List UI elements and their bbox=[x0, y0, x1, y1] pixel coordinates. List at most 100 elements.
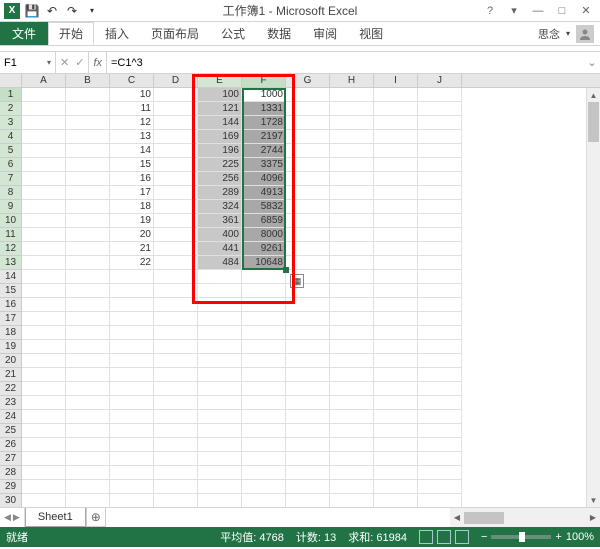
cell-E27[interactable] bbox=[198, 452, 242, 466]
cell-C3[interactable]: 12 bbox=[110, 116, 154, 130]
cell-E5[interactable]: 196 bbox=[198, 144, 242, 158]
cell-D12[interactable] bbox=[154, 242, 198, 256]
row-header-12[interactable]: 12 bbox=[0, 242, 21, 256]
cell-D17[interactable] bbox=[154, 312, 198, 326]
cell-F20[interactable] bbox=[242, 354, 286, 368]
cell-C13[interactable]: 22 bbox=[110, 256, 154, 270]
cell-I12[interactable] bbox=[374, 242, 418, 256]
row-header-7[interactable]: 7 bbox=[0, 172, 21, 186]
vertical-scrollbar[interactable]: ▲ ▼ bbox=[586, 88, 600, 507]
cell-G29[interactable] bbox=[286, 480, 330, 494]
row-header-25[interactable]: 25 bbox=[0, 424, 21, 438]
tab-insert[interactable]: 插入 bbox=[94, 22, 140, 45]
cell-G8[interactable] bbox=[286, 186, 330, 200]
cell-A24[interactable] bbox=[22, 410, 66, 424]
cell-B24[interactable] bbox=[66, 410, 110, 424]
zoom-out-button[interactable]: − bbox=[481, 531, 487, 543]
cell-D5[interactable] bbox=[154, 144, 198, 158]
cell-F28[interactable] bbox=[242, 466, 286, 480]
cell-H18[interactable] bbox=[330, 326, 374, 340]
cell-E24[interactable] bbox=[198, 410, 242, 424]
cell-J27[interactable] bbox=[418, 452, 462, 466]
cell-G11[interactable] bbox=[286, 228, 330, 242]
row-header-23[interactable]: 23 bbox=[0, 396, 21, 410]
formula-enter-button[interactable]: ✓ bbox=[75, 56, 84, 69]
cell-J22[interactable] bbox=[418, 382, 462, 396]
cell-A28[interactable] bbox=[22, 466, 66, 480]
zoom-in-button[interactable]: + bbox=[555, 531, 561, 543]
cell-D1[interactable] bbox=[154, 88, 198, 102]
cell-G20[interactable] bbox=[286, 354, 330, 368]
cell-J17[interactable] bbox=[418, 312, 462, 326]
cell-E28[interactable] bbox=[198, 466, 242, 480]
cell-G17[interactable] bbox=[286, 312, 330, 326]
row-header-13[interactable]: 13 bbox=[0, 256, 21, 270]
cell-D6[interactable] bbox=[154, 158, 198, 172]
cell-A13[interactable] bbox=[22, 256, 66, 270]
tab-review[interactable]: 审阅 bbox=[302, 22, 348, 45]
cell-B8[interactable] bbox=[66, 186, 110, 200]
cell-B11[interactable] bbox=[66, 228, 110, 242]
cell-H17[interactable] bbox=[330, 312, 374, 326]
name-box[interactable]: ▾ bbox=[0, 52, 56, 73]
cell-H11[interactable] bbox=[330, 228, 374, 242]
cell-I25[interactable] bbox=[374, 424, 418, 438]
row-header-19[interactable]: 19 bbox=[0, 340, 21, 354]
cell-A17[interactable] bbox=[22, 312, 66, 326]
cell-E18[interactable] bbox=[198, 326, 242, 340]
cell-C20[interactable] bbox=[110, 354, 154, 368]
cell-E22[interactable] bbox=[198, 382, 242, 396]
cell-H13[interactable] bbox=[330, 256, 374, 270]
cell-J12[interactable] bbox=[418, 242, 462, 256]
column-header-I[interactable]: I bbox=[374, 74, 418, 87]
cell-D22[interactable] bbox=[154, 382, 198, 396]
zoom-level[interactable]: 100% bbox=[566, 531, 594, 543]
row-header-26[interactable]: 26 bbox=[0, 438, 21, 452]
cell-A22[interactable] bbox=[22, 382, 66, 396]
view-layout-icon[interactable] bbox=[437, 530, 451, 544]
cell-A19[interactable] bbox=[22, 340, 66, 354]
row-header-1[interactable]: 1 bbox=[0, 88, 21, 102]
cell-B9[interactable] bbox=[66, 200, 110, 214]
sheet-nav-next-icon[interactable]: ▶ bbox=[13, 512, 20, 523]
cell-F12[interactable]: 9261 bbox=[242, 242, 286, 256]
row-header-20[interactable]: 20 bbox=[0, 354, 21, 368]
save-button[interactable]: 💾 bbox=[24, 3, 40, 19]
cell-D11[interactable] bbox=[154, 228, 198, 242]
cell-G13[interactable] bbox=[286, 256, 330, 270]
cell-I10[interactable] bbox=[374, 214, 418, 228]
cell-I14[interactable] bbox=[374, 270, 418, 284]
cell-C27[interactable] bbox=[110, 452, 154, 466]
cell-H5[interactable] bbox=[330, 144, 374, 158]
row-header-27[interactable]: 27 bbox=[0, 452, 21, 466]
cell-A30[interactable] bbox=[22, 494, 66, 507]
cell-A4[interactable] bbox=[22, 130, 66, 144]
cell-A10[interactable] bbox=[22, 214, 66, 228]
cell-B21[interactable] bbox=[66, 368, 110, 382]
cell-I17[interactable] bbox=[374, 312, 418, 326]
cell-A7[interactable] bbox=[22, 172, 66, 186]
row-header-11[interactable]: 11 bbox=[0, 228, 21, 242]
row-header-28[interactable]: 28 bbox=[0, 466, 21, 480]
cell-F17[interactable] bbox=[242, 312, 286, 326]
tab-file[interactable]: 文件 bbox=[0, 22, 48, 45]
cell-G16[interactable] bbox=[286, 298, 330, 312]
cell-C29[interactable] bbox=[110, 480, 154, 494]
cell-C8[interactable]: 17 bbox=[110, 186, 154, 200]
cell-I27[interactable] bbox=[374, 452, 418, 466]
cell-J20[interactable] bbox=[418, 354, 462, 368]
sheet-nav-prev-icon[interactable]: ◀ bbox=[4, 512, 11, 523]
cell-B22[interactable] bbox=[66, 382, 110, 396]
cell-D13[interactable] bbox=[154, 256, 198, 270]
cell-H1[interactable] bbox=[330, 88, 374, 102]
cell-C4[interactable]: 13 bbox=[110, 130, 154, 144]
cell-J6[interactable] bbox=[418, 158, 462, 172]
cell-J29[interactable] bbox=[418, 480, 462, 494]
row-header-9[interactable]: 9 bbox=[0, 200, 21, 214]
cell-A3[interactable] bbox=[22, 116, 66, 130]
cell-F24[interactable] bbox=[242, 410, 286, 424]
ribbon-display-options[interactable]: ▾ bbox=[504, 3, 524, 19]
zoom-slider[interactable] bbox=[491, 535, 551, 539]
select-all-corner[interactable] bbox=[0, 74, 22, 88]
cell-D18[interactable] bbox=[154, 326, 198, 340]
